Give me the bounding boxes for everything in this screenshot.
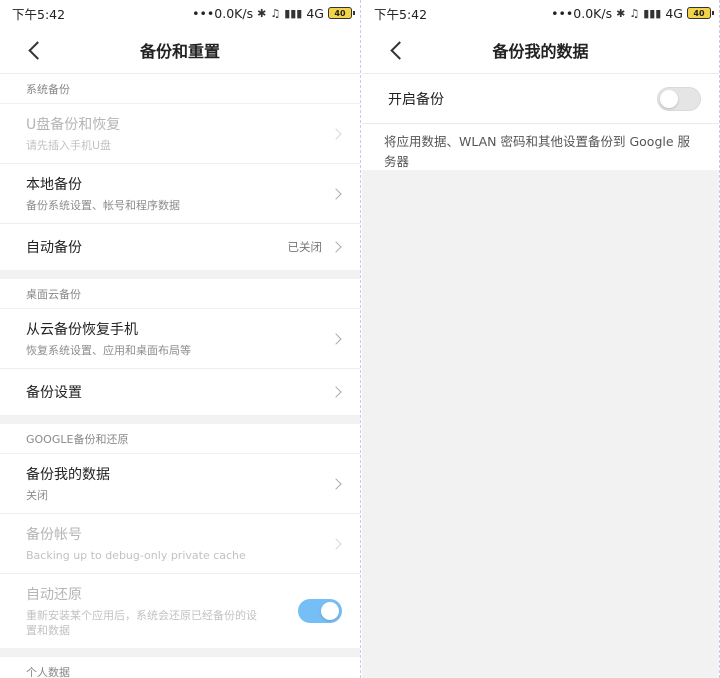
signal-icon: ▮▮▮	[284, 6, 303, 20]
mute-icon: ♫	[270, 6, 281, 20]
backup-my-data-screen: 下午5:42 •••0.0K/s ✱ ♫ ▮▮▮ 4G 40 备份我的数据 开启…	[362, 0, 720, 678]
item-label: 备份帐号	[26, 527, 82, 543]
empty-background	[362, 170, 719, 678]
title-bar: 备份我的数据	[362, 26, 719, 74]
enable-backup-toggle[interactable]	[657, 86, 701, 111]
item-subtitle: 关闭	[26, 489, 48, 502]
item-label: 本地备份	[26, 177, 82, 193]
auto-restore-toggle[interactable]	[298, 599, 342, 623]
bluetooth-icon: ✱	[257, 6, 267, 20]
local-backup-item[interactable]: 本地备份 备份系统设置、帐号和程序数据	[0, 164, 360, 224]
page-title: 备份和重置	[139, 41, 220, 61]
backup-reset-screen: 下午5:42 •••0.0K/s ✱ ♫ ▮▮▮ 4G 40 备份和重置 系统备…	[0, 0, 361, 678]
status-bar: 下午5:42 •••0.0K/s ✱ ♫ ▮▮▮ 4G 40	[0, 0, 360, 26]
enable-backup-item[interactable]: 开启备份	[362, 74, 719, 124]
title-bar: 备份和重置	[0, 26, 360, 74]
page-title: 备份我的数据	[492, 41, 589, 61]
auto-backup-item[interactable]: 自动备份 已关闭	[0, 224, 360, 270]
item-label: 自动还原	[26, 587, 82, 603]
section-header-google-backup: GOOGLE备份和还原	[0, 424, 360, 454]
status-time: 下午5:42	[374, 6, 428, 22]
net-speed: •••0.0K/s	[551, 5, 613, 21]
signal-icon: ▮▮▮	[643, 6, 662, 20]
restore-from-cloud-item[interactable]: 从云备份恢复手机 恢复系统设置、应用和桌面布局等	[0, 309, 360, 369]
auto-restore-item[interactable]: 自动还原 重新安装某个应用后，系统会还原已经备份的设置和数据	[0, 574, 360, 648]
status-bar: 下午5:42 •••0.0K/s ✱ ♫ ▮▮▮ 4G 40	[362, 0, 719, 26]
backup-settings-item[interactable]: 备份设置	[0, 369, 360, 415]
item-subtitle: 恢复系统设置、应用和桌面布局等	[26, 344, 191, 357]
item-subtitle: 重新安装某个应用后，系统会还原已经备份的设置和数据	[26, 609, 257, 637]
net-speed: •••0.0K/s	[192, 5, 254, 21]
section-header-system-backup: 系统备份	[0, 74, 360, 104]
item-label: 从云备份恢复手机	[26, 322, 138, 338]
item-subtitle: 请先插入手机U盘	[26, 139, 112, 152]
back-arrow-icon[interactable]	[22, 38, 46, 62]
item-subtitle: 备份系统设置、帐号和程序数据	[26, 199, 180, 212]
status-time: 下午5:42	[12, 6, 66, 22]
auto-backup-status: 已关闭	[287, 240, 323, 254]
section-divider	[0, 270, 360, 279]
back-arrow-icon[interactable]	[384, 38, 408, 62]
battery-icon: 40	[687, 7, 714, 19]
section-header-personal-data: 个人数据	[0, 657, 360, 678]
section-header-cloud-backup: 桌面云备份	[0, 279, 360, 309]
backup-account-item[interactable]: 备份帐号 Backing up to debug-only private ca…	[0, 514, 360, 574]
item-label: U盘备份和恢复	[26, 117, 121, 133]
backup-my-data-item[interactable]: 备份我的数据 关闭	[0, 454, 360, 514]
toggle-knob	[660, 89, 678, 108]
battery-icon: 40	[328, 7, 355, 19]
item-label: 备份我的数据	[26, 467, 110, 483]
item-label: 开启备份	[388, 91, 444, 108]
network-type: 4G	[665, 5, 683, 21]
mute-icon: ♫	[629, 6, 640, 20]
network-type: 4G	[306, 5, 324, 21]
usb-backup-restore-item[interactable]: U盘备份和恢复 请先插入手机U盘	[0, 104, 360, 164]
toggle-knob	[321, 602, 339, 620]
bluetooth-icon: ✱	[616, 6, 626, 20]
section-divider	[0, 415, 360, 424]
item-label: 备份设置	[26, 385, 82, 401]
section-divider	[0, 648, 360, 657]
item-subtitle: Backing up to debug-only private cache	[26, 549, 246, 562]
